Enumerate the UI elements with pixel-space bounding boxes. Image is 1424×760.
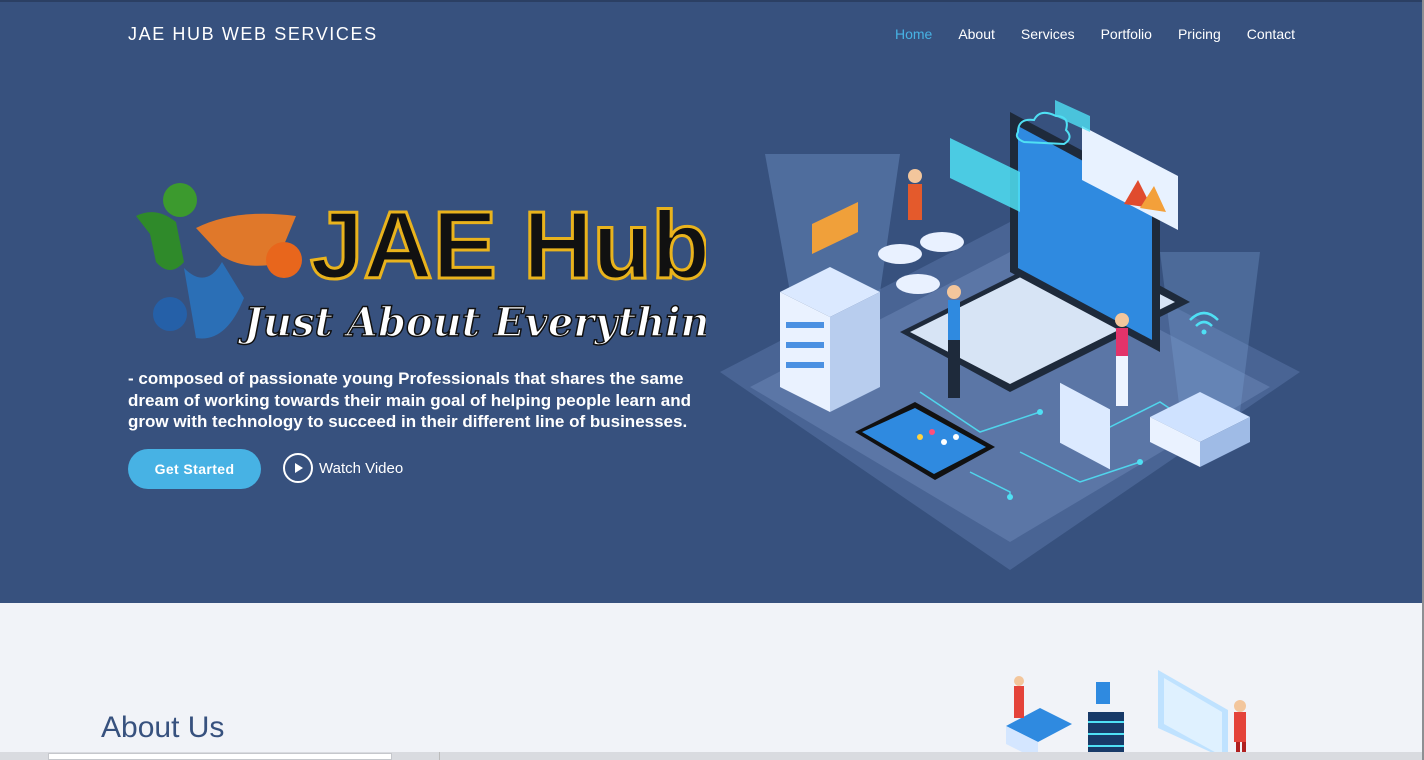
watch-video-link[interactable]: Watch Video <box>283 453 403 483</box>
hero-tagline: - composed of passionate young Professio… <box>128 369 691 431</box>
logo-subtitle: Just About Everything <box>237 299 706 346</box>
nav-home[interactable]: Home <box>895 26 932 42</box>
hero-illustration <box>720 100 1300 570</box>
status-divider <box>439 752 440 760</box>
get-started-button[interactable]: Get Started <box>128 449 261 489</box>
jae-hub-logo: JAE Hub Just About Everything <box>136 183 706 347</box>
nav-pricing[interactable]: Pricing <box>1178 26 1221 42</box>
browser-status-bar <box>0 752 1424 760</box>
main-nav: Home About Services Portfolio Pricing Co… <box>895 26 1295 42</box>
play-icon <box>283 453 313 483</box>
logo-title: JAE Hub <box>310 192 706 299</box>
nav-portfolio[interactable]: Portfolio <box>1101 26 1152 42</box>
status-field <box>48 753 392 760</box>
about-illustration <box>1006 670 1246 760</box>
top-border <box>0 0 1424 2</box>
nav-contact[interactable]: Contact <box>1247 26 1295 42</box>
nav-about[interactable]: About <box>958 26 995 42</box>
nav-services[interactable]: Services <box>1021 26 1075 42</box>
site-brand[interactable]: JAE HUB WEB SERVICES <box>128 24 378 45</box>
watch-video-label: Watch Video <box>319 459 404 477</box>
about-title: About Us <box>101 711 225 744</box>
